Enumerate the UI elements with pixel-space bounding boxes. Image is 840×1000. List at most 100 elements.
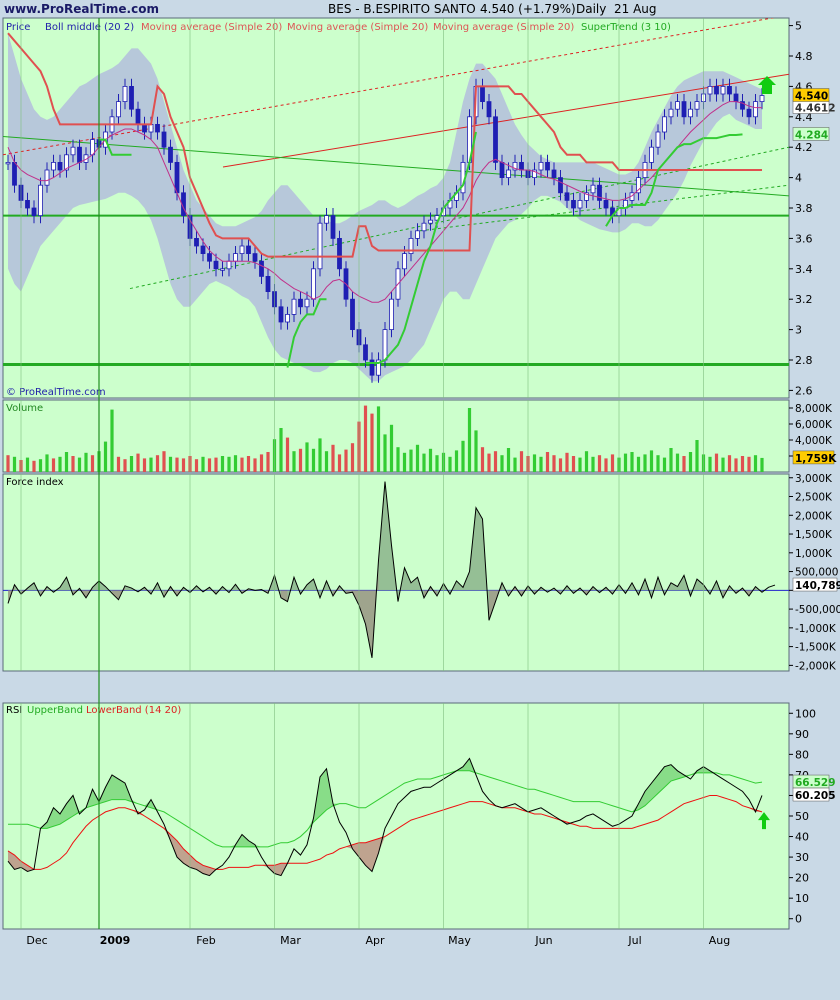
rsi-tick-label: 30	[795, 851, 809, 864]
price-tick-label: 4	[795, 172, 802, 185]
volume-bar	[662, 457, 667, 472]
volume-bar	[571, 456, 576, 472]
candle-body	[116, 101, 121, 118]
volume-bar	[435, 455, 439, 472]
volume-bar	[721, 457, 725, 472]
candle-body	[337, 237, 342, 270]
candle-body	[252, 253, 258, 262]
candle-body	[753, 101, 758, 118]
candle-body	[415, 230, 420, 239]
candle-body	[603, 199, 609, 209]
volume-bar	[747, 456, 751, 472]
x-tick-label: Jul	[627, 934, 641, 947]
candle-body	[558, 177, 563, 194]
candle-body	[720, 86, 726, 95]
force-tick-label: 2,500K	[795, 492, 833, 504]
volume-bar	[370, 413, 374, 472]
price-tick-label: 3.4	[795, 263, 813, 276]
volume-bar	[90, 455, 95, 472]
volume-bar	[623, 453, 628, 472]
candle-body	[727, 86, 732, 95]
volume-bar	[532, 454, 537, 472]
volume-bar	[123, 459, 127, 472]
force-panel-background	[2, 473, 790, 672]
volume-tick-label: 4,000K	[795, 435, 833, 447]
candle-body	[148, 124, 154, 133]
candle-body	[5, 161, 11, 165]
volume-bar	[12, 456, 17, 472]
volume-bar	[760, 457, 764, 472]
x-tick-label: Apr	[365, 934, 385, 947]
price-tick-label: 3	[795, 324, 802, 337]
volume-bar	[233, 455, 238, 472]
candle-body	[291, 298, 297, 315]
volume-bar	[428, 448, 433, 472]
volume-bar	[116, 456, 121, 472]
x-tick-label: May	[448, 934, 471, 947]
force-tick-label: 500,000	[795, 567, 838, 579]
supertrend-last-label: 4.284	[795, 129, 828, 141]
force-tick-label: 1,500K	[795, 529, 833, 541]
candle-body	[226, 260, 232, 270]
volume-bar	[610, 454, 615, 472]
volume-bar	[311, 448, 316, 472]
volume-bar	[493, 451, 498, 472]
candle-body	[746, 108, 752, 118]
volume-panel: 2,000K4,000K6,000K8,000K1,759K Volume	[2, 399, 837, 473]
candle-body	[129, 86, 134, 110]
volume-bar	[636, 456, 641, 472]
volume-bar	[142, 458, 147, 472]
candle-body	[389, 298, 394, 331]
period-label: Daily	[576, 2, 606, 16]
candle-body	[265, 275, 271, 292]
force-area-segment	[476, 507, 483, 591]
volume-bar	[513, 457, 517, 472]
rsi-tick-label: 50	[795, 810, 809, 823]
legend-upperband: UpperBand	[27, 705, 83, 716]
candle-body	[506, 169, 511, 178]
rsi-tick-label: 20	[795, 872, 809, 885]
candle-body	[655, 131, 661, 148]
candle-body	[31, 207, 37, 216]
x-tick-label: Aug	[709, 934, 730, 947]
legend-volume: Volume	[6, 403, 43, 414]
candle-body	[233, 253, 238, 262]
rsi-tick-label: 40	[795, 831, 809, 844]
volume-bar	[318, 438, 322, 472]
candle-body	[311, 268, 316, 300]
force-tick-label: -2,000K	[795, 660, 837, 672]
price-tick-label: 4.8	[795, 50, 813, 63]
volume-bar	[227, 456, 231, 472]
volume-bar	[168, 456, 173, 472]
volume-bar	[51, 458, 56, 472]
rsi-tick-label: 100	[795, 707, 816, 720]
volume-bar	[669, 448, 673, 472]
boll-middle-last-label: 4.4612	[795, 102, 836, 114]
volume-bar	[675, 453, 680, 472]
volume-bar	[25, 457, 30, 472]
volume-bar	[578, 457, 582, 472]
volume-bar	[285, 437, 290, 472]
candle-body	[239, 245, 245, 254]
legend-ma-2: Moving average (Simple 20)	[287, 22, 428, 33]
candle-body	[493, 116, 498, 163]
volume-bar	[344, 449, 348, 472]
volume-bar	[565, 452, 569, 472]
candle-body	[499, 161, 505, 178]
volume-bar	[734, 458, 738, 472]
candle-body	[402, 253, 407, 270]
volume-bar	[220, 456, 225, 472]
candle-body	[694, 101, 700, 110]
rsi-tick-label: 90	[795, 728, 809, 741]
candle-body	[681, 101, 687, 118]
candle-body	[545, 161, 550, 171]
candle-body	[51, 161, 56, 171]
price-tick-label: 2.8	[795, 354, 813, 367]
volume-bar	[266, 452, 270, 472]
last-price: 4.540 (+1.79%)	[480, 2, 576, 16]
force-last-label: 140,789	[795, 580, 840, 592]
candle-body	[213, 260, 219, 270]
force-panel: 3,000K 2,500K 2,000K 1,500K 1,000K 500,000 -50…	[2, 473, 840, 672]
candle-body	[662, 116, 667, 133]
legend-force-index: Force index	[6, 477, 64, 488]
